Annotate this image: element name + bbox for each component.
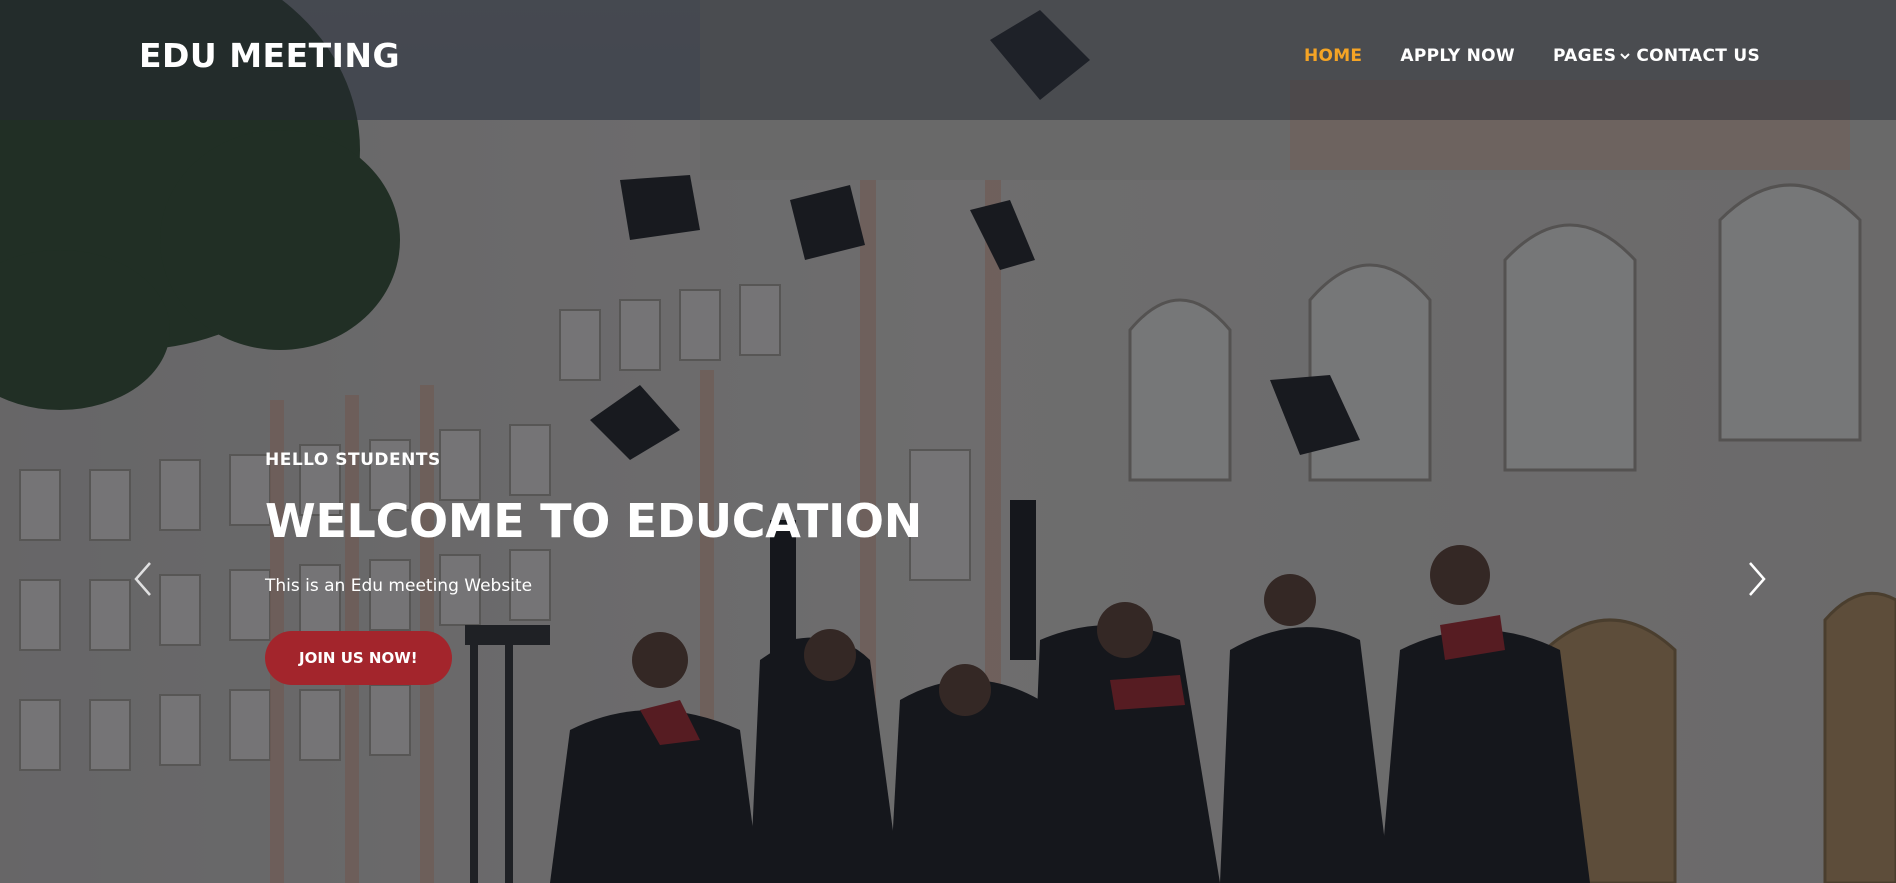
hero-headline: WELCOME TO EDUCATION [265, 494, 922, 548]
nav-item-apply-now[interactable]: APPLY NOW [1400, 46, 1515, 66]
nav-item-label: PAGES [1552, 46, 1617, 66]
chevron-down-icon [1620, 50, 1631, 63]
nav-item-label: HOME [1303, 46, 1363, 66]
site-header: EDU MEETING HOME APPLY NOW PAGES CONTACT… [0, 0, 1896, 120]
nav-item-home[interactable]: HOME [1304, 46, 1362, 66]
carousel-next-button[interactable] [1742, 560, 1772, 598]
hero-overlay [0, 0, 1896, 883]
hero-section [0, 0, 1896, 883]
nav-item-label: CONTACT US [1636, 46, 1760, 66]
chevron-left-icon [134, 562, 151, 596]
nav-item-contact-us[interactable]: CONTACT US [1636, 46, 1760, 66]
carousel-prev-button[interactable] [128, 560, 158, 598]
nav-item-label: APPLY NOW [1400, 46, 1515, 66]
hero-eyebrow: HELLO STUDENTS [265, 450, 441, 470]
main-nav: HOME APPLY NOW PAGES CONTACT US [1266, 46, 1760, 66]
site-logo[interactable]: EDU MEETING [139, 36, 400, 75]
hero-caption: HELLO STUDENTS WELCOME TO EDUCATION This… [265, 450, 922, 685]
hero-subtext: This is an Edu meeting Website [265, 576, 533, 596]
nav-item-pages[interactable]: PAGES [1552, 46, 1631, 66]
chevron-right-icon [1749, 562, 1766, 596]
join-us-button[interactable]: JOIN US NOW! [265, 631, 452, 685]
